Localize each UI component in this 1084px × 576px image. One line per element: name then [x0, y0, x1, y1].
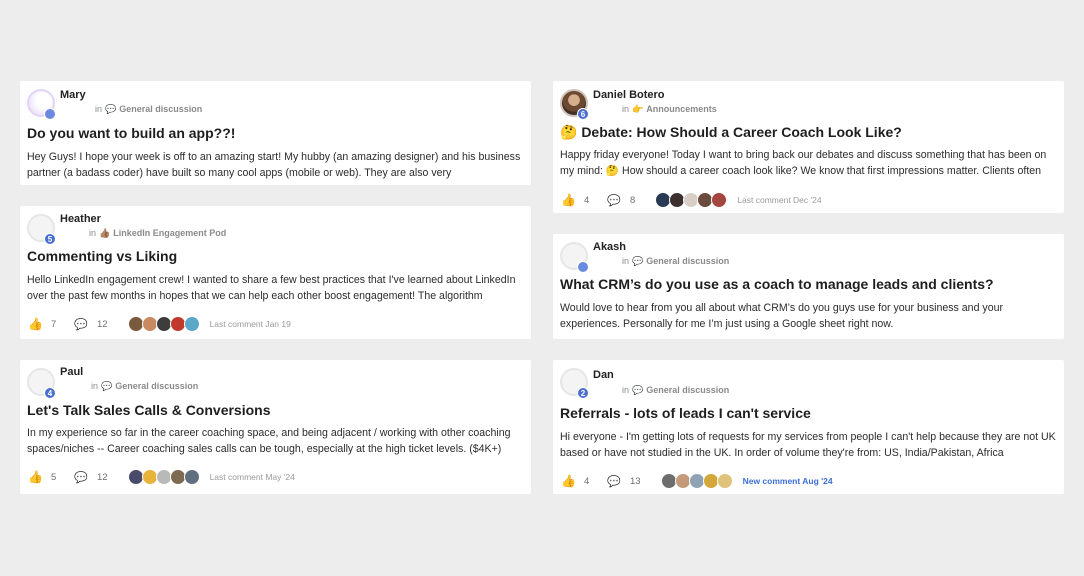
participant-avatar[interactable] [183, 316, 200, 332]
space-prefix: in [622, 256, 630, 266]
post-card[interactable]: 5 Heather in 👍🏽 LinkedIn Engagement Pod Co… [20, 206, 531, 339]
post-excerpt[interactable]: Would love to hear from you all about wh… [560, 300, 1056, 332]
post-card[interactable]: 4 Paul in 💬 General discussion Let's Talk … [20, 360, 531, 494]
author-name[interactable]: Dan [593, 369, 614, 381]
like-count: 4 [584, 194, 590, 206]
participant-avatars[interactable] [127, 316, 200, 332]
comment-count: 12 [97, 471, 108, 483]
last-comment[interactable]: Last comment May '24 [210, 472, 295, 482]
author-name[interactable]: Heather [60, 213, 101, 225]
like-count: 4 [584, 475, 590, 487]
post-title[interactable]: 🤔 Debate: How Should a Career Coach Look… [560, 124, 902, 141]
participant-avatar[interactable] [183, 469, 200, 485]
participant-avatar[interactable] [716, 473, 733, 489]
post-card[interactable]: 6 Daniel Botero in 👉 Announcements 🤔 Debat… [553, 81, 1064, 213]
like-count: 7 [51, 318, 57, 330]
participant-avatar[interactable] [711, 192, 728, 208]
level-badge: 4 [44, 387, 56, 399]
comment-icon[interactable]: 💬 [607, 194, 621, 207]
author-name[interactable]: Daniel Botero [593, 89, 665, 101]
space-link[interactable]: in 💬 General discussion [622, 256, 729, 267]
post-title[interactable]: What CRM’s do you use as a coach to mana… [560, 276, 994, 292]
participant-avatars[interactable] [127, 469, 200, 485]
level-badge [577, 261, 589, 273]
level-badge: 2 [577, 387, 589, 399]
like-icon[interactable]: 👍 [561, 193, 576, 207]
post-footer: 👍 7 💬 12 Last comment Jan 19 [28, 315, 291, 333]
post-card[interactable]: Akash in 💬 General discussion What CRM’s d… [553, 234, 1064, 339]
level-badge: 6 [577, 108, 589, 120]
post-title[interactable]: Commenting vs Liking [27, 248, 177, 264]
post-excerpt[interactable]: Happy friday everyone! Today I want to b… [560, 147, 1056, 179]
space-name[interactable]: Announcements [646, 104, 717, 114]
post-title[interactable]: Let's Talk Sales Calls & Conversions [27, 402, 271, 418]
post-excerpt[interactable]: Hi everyone - I'm getting lots of reques… [560, 429, 1056, 461]
last-comment[interactable]: Last comment Jan 19 [210, 319, 291, 329]
level-badge [44, 108, 56, 120]
space-prefix: in [89, 228, 97, 238]
post-excerpt[interactable]: Hello LinkedIn engagement crew! I wanted… [27, 272, 523, 304]
comment-icon[interactable]: 💬 [607, 475, 621, 488]
pointing-hand-icon: 👉 [632, 104, 644, 114]
space-name[interactable]: General discussion [646, 385, 729, 395]
post-excerpt[interactable]: In my experience so far in the career co… [27, 425, 523, 457]
last-comment[interactable]: Last comment Dec '24 [737, 195, 821, 205]
post-footer: 👍 4 💬 13 New comment Aug '24 [561, 472, 833, 490]
last-comment[interactable]: New comment Aug '24 [743, 476, 833, 486]
speech-bubble-icon: 💬 [101, 381, 113, 391]
comment-icon[interactable]: 💬 [74, 471, 88, 484]
comment-count: 13 [630, 475, 641, 487]
speech-bubble-icon: 💬 [105, 104, 117, 114]
post-footer: 👍 5 💬 12 Last comment May '24 [28, 468, 295, 486]
space-name[interactable]: General discussion [119, 104, 202, 114]
like-icon[interactable]: 👍 [28, 317, 43, 331]
thumbs-up-emoji-icon: 👍🏽 [99, 228, 111, 238]
space-prefix: in [622, 385, 630, 395]
space-link[interactable]: in 👍🏽 LinkedIn Engagement Pod [89, 228, 226, 239]
like-icon[interactable]: 👍 [561, 474, 576, 488]
post-excerpt[interactable]: Hey Guys! I hope your week is off to an … [27, 149, 523, 181]
post-title[interactable]: Do you want to build an app??! [27, 125, 235, 141]
post-footer: 👍 4 💬 8 Last comment Dec '24 [561, 191, 822, 209]
level-badge: 5 [44, 233, 56, 245]
post-title[interactable]: Referrals - lots of leads I can't servic… [560, 405, 811, 421]
speech-bubble-icon: 💬 [632, 256, 644, 266]
participant-avatars[interactable] [660, 473, 733, 489]
space-link[interactable]: in 💬 General discussion [622, 385, 729, 396]
post-card[interactable]: Mary in 💬 General discussion Do you want t… [20, 81, 531, 185]
like-count: 5 [51, 471, 57, 483]
comment-count: 8 [630, 194, 636, 206]
space-link[interactable]: in 💬 General discussion [95, 104, 202, 115]
comment-icon[interactable]: 💬 [74, 318, 88, 331]
space-link[interactable]: in 💬 General discussion [91, 381, 198, 392]
author-name[interactable]: Mary [60, 89, 86, 101]
post-card[interactable]: 2 Dan in 💬 General discussion Referrals - … [553, 360, 1064, 494]
comment-count: 12 [97, 318, 108, 330]
space-prefix: in [91, 381, 99, 391]
speech-bubble-icon: 💬 [632, 385, 644, 395]
author-name[interactable]: Paul [60, 366, 83, 378]
space-name[interactable]: LinkedIn Engagement Pod [113, 228, 226, 238]
space-name[interactable]: General discussion [646, 256, 729, 266]
like-icon[interactable]: 👍 [28, 470, 43, 484]
space-prefix: in [622, 104, 630, 114]
author-name[interactable]: Akash [593, 241, 626, 253]
space-link[interactable]: in 👉 Announcements [622, 104, 717, 115]
space-name[interactable]: General discussion [115, 381, 198, 391]
participant-avatars[interactable] [655, 192, 728, 208]
space-prefix: in [95, 104, 103, 114]
